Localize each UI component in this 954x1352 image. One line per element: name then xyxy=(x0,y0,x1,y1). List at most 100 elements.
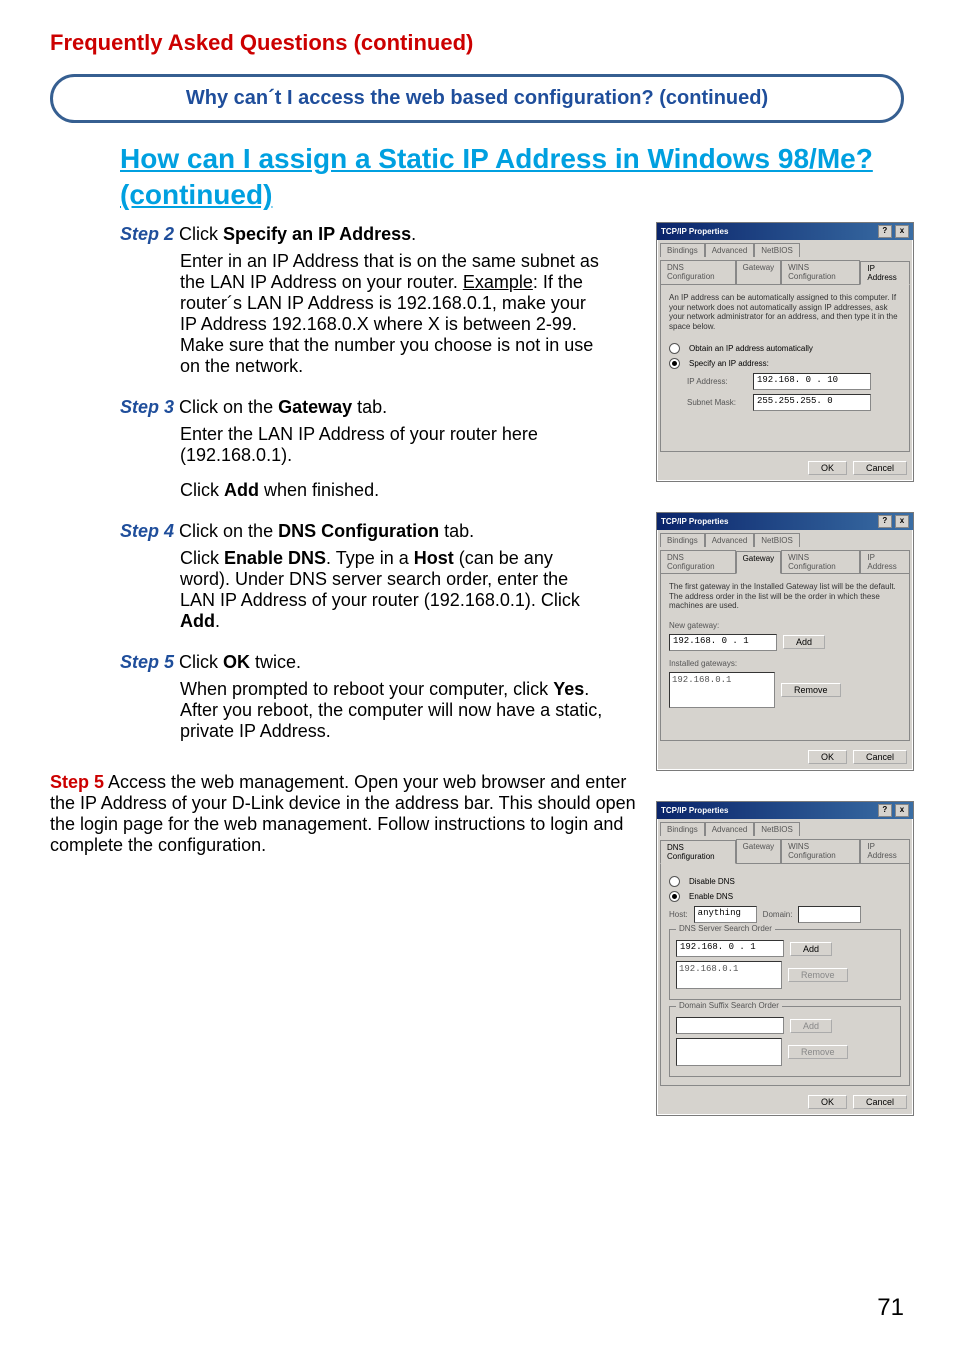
radio-obtain[interactable]: Obtain an IP address automatically xyxy=(669,343,901,354)
step-2-example: Example xyxy=(463,272,533,292)
dialog-title: TCP/IP Properties xyxy=(661,227,728,236)
tab-winsconf[interactable]: WINS Configuration xyxy=(781,550,860,573)
tab-netbios[interactable]: NetBIOS xyxy=(754,822,800,836)
new-gateway-input[interactable]: 192.168. 0 . 1 xyxy=(669,634,777,651)
dialog-title: TCP/IP Properties xyxy=(661,517,728,526)
step-3: Step 3 Click on the Gateway tab. Enter t… xyxy=(120,397,604,501)
host-input[interactable]: anything xyxy=(694,906,757,923)
tab-winsconf[interactable]: WINS Configuration xyxy=(781,839,860,863)
tab-body-ip: An IP address can be automatically assig… xyxy=(660,284,910,452)
suffix-add-button[interactable]: Add xyxy=(790,1019,832,1033)
title-bar: TCP/IP Properties ? x xyxy=(657,513,913,530)
suffix-remove-button[interactable]: Remove xyxy=(788,1045,848,1059)
tab-gateway[interactable]: Gateway xyxy=(736,551,782,574)
dns-remove-button[interactable]: Remove xyxy=(788,968,848,982)
dns-add-button[interactable]: Add xyxy=(790,942,832,956)
dns-search-order-group: DNS Server Search Order 192.168. 0 . 1 A… xyxy=(669,929,901,1000)
tab-ipaddress[interactable]: IP Address xyxy=(860,550,910,573)
tcpip-dialog-gateway: TCP/IP Properties ? x Bindings Advanced … xyxy=(656,512,914,771)
subnet-mask-input[interactable]: 255.255.255. 0 xyxy=(753,394,871,411)
tab-gateway[interactable]: Gateway xyxy=(736,260,782,284)
ok-button[interactable]: OK xyxy=(808,461,847,475)
tab-ipaddress[interactable]: IP Address xyxy=(860,839,910,863)
step-4-p2b: Host xyxy=(414,548,454,568)
dialog-footer: OK Cancel xyxy=(657,1089,913,1115)
dns-server-list[interactable]: 192.168.0.1 xyxy=(676,961,782,989)
tab-dnsconf[interactable]: DNS Configuration xyxy=(660,840,736,864)
radio-specify[interactable]: Specify an IP address: xyxy=(669,358,901,369)
help-button[interactable]: ? xyxy=(878,515,892,528)
step-4-body: Click Enable DNS. Type in a Host (can be… xyxy=(180,548,604,632)
ip-address-input[interactable]: 192.168. 0 . 10 xyxy=(753,373,871,390)
help-button[interactable]: ? xyxy=(878,225,892,238)
tab-bindings[interactable]: Bindings xyxy=(660,243,705,257)
titlebar-buttons: ? x xyxy=(877,804,909,817)
tab-dnsconf[interactable]: DNS Configuration xyxy=(660,260,736,284)
radio-icon xyxy=(669,876,680,887)
cancel-button[interactable]: Cancel xyxy=(853,750,907,764)
add-button[interactable]: Add xyxy=(783,635,825,649)
dialog-title: TCP/IP Properties xyxy=(661,806,728,815)
ok-button[interactable]: OK xyxy=(808,750,847,764)
ok-button[interactable]: OK xyxy=(808,1095,847,1109)
radio-icon xyxy=(669,358,680,369)
host-label: Host: xyxy=(669,910,688,919)
step-2-label: Step 2 xyxy=(120,224,174,244)
tab-netbios[interactable]: NetBIOS xyxy=(754,243,800,257)
step-5b: Step 5 Access the web management. Open y… xyxy=(50,772,650,856)
suffix-list[interactable] xyxy=(676,1038,782,1066)
disable-dns-label: Disable DNS xyxy=(689,877,735,886)
close-button[interactable]: x xyxy=(895,515,909,528)
tab-row-bottom: DNS Configuration Gateway WINS Configura… xyxy=(657,547,913,573)
domain-input[interactable] xyxy=(798,906,861,923)
tab-ipaddress[interactable]: IP Address xyxy=(860,261,910,285)
tab-body-dns: Disable DNS Enable DNS Host: anything Do… xyxy=(660,863,910,1086)
tab-bindings[interactable]: Bindings xyxy=(660,533,705,547)
radio-icon xyxy=(669,343,680,354)
remove-button[interactable]: Remove xyxy=(781,683,841,697)
installed-gateways-list[interactable]: 192.168.0.1 xyxy=(669,672,775,708)
new-gateway-label: New gateway: xyxy=(669,621,901,630)
tab-advanced[interactable]: Advanced xyxy=(705,243,755,257)
tab-bindings[interactable]: Bindings xyxy=(660,822,705,836)
tab-winsconf[interactable]: WINS Configuration xyxy=(781,260,860,284)
subnet-mask-label: Subnet Mask: xyxy=(687,398,747,407)
step-5a-bold: OK xyxy=(223,652,250,672)
step-4-label: Step 4 xyxy=(120,521,174,541)
close-button[interactable]: x xyxy=(895,804,909,817)
step-5a-label: Step 5 xyxy=(120,652,174,672)
dialog-footer: OK Cancel xyxy=(657,744,913,770)
step-4-tail: tab. xyxy=(439,521,474,541)
tab-gateway[interactable]: Gateway xyxy=(736,839,782,863)
tab-netbios[interactable]: NetBIOS xyxy=(754,533,800,547)
step-2-body: Enter in an IP Address that is on the sa… xyxy=(180,251,604,377)
installed-gateways-label: Installed gateways: xyxy=(669,659,901,668)
step-5a-p1b: Yes xyxy=(553,679,584,699)
step-3-label: Step 3 xyxy=(120,397,174,417)
gateway-desc: The first gateway in the Installed Gatew… xyxy=(669,582,901,611)
banner-text: Why can´t I access the web based configu… xyxy=(71,87,883,110)
step-3-para-b-a: Click xyxy=(180,480,224,500)
ip-desc: An IP address can be automatically assig… xyxy=(669,293,901,331)
radio-enable-dns[interactable]: Enable DNS xyxy=(669,891,901,902)
cancel-button[interactable]: Cancel xyxy=(853,461,907,475)
radio-disable-dns[interactable]: Disable DNS xyxy=(669,876,901,887)
dns-server-input[interactable]: 192.168. 0 . 1 xyxy=(676,940,784,957)
help-button[interactable]: ? xyxy=(878,804,892,817)
title-bar: TCP/IP Properties ? x xyxy=(657,802,913,819)
tab-advanced[interactable]: Advanced xyxy=(705,533,755,547)
step-4-p1: Click xyxy=(180,548,224,568)
domain-label: Domain: xyxy=(763,910,793,919)
step-5a-p2: After you reboot, the computer will now … xyxy=(180,700,604,742)
cancel-button[interactable]: Cancel xyxy=(853,1095,907,1109)
page-number: 71 xyxy=(877,1294,904,1322)
main-heading: How can I assign a Static IP Address in … xyxy=(120,141,904,214)
step-4-p3b: Add xyxy=(180,611,215,631)
suffix-input[interactable] xyxy=(676,1017,784,1034)
tab-body-gateway: The first gateway in the Installed Gatew… xyxy=(660,573,910,741)
step-4-lead: Click on the xyxy=(174,521,278,541)
dns-search-order-title: DNS Server Search Order xyxy=(676,924,775,933)
tab-dnsconf[interactable]: DNS Configuration xyxy=(660,550,736,573)
tab-advanced[interactable]: Advanced xyxy=(705,822,755,836)
close-button[interactable]: x xyxy=(895,225,909,238)
